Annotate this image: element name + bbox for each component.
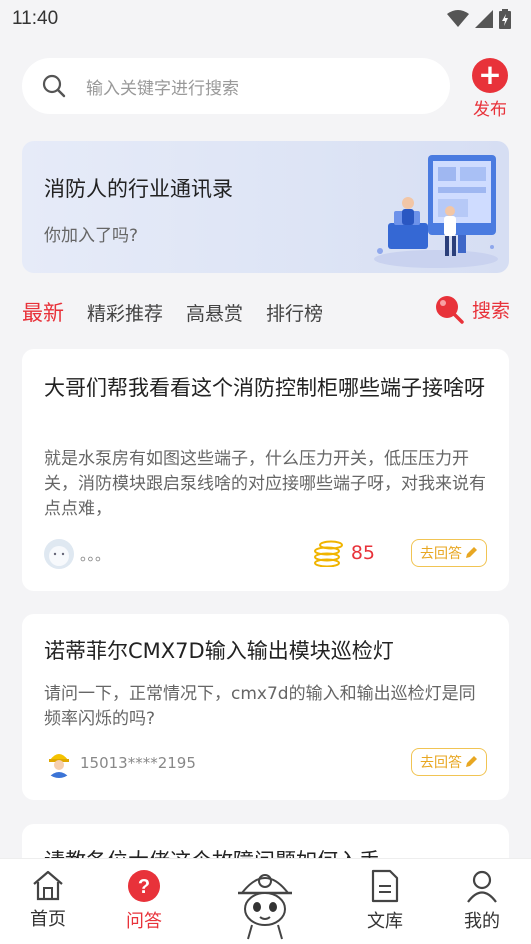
reward-coins: 85 xyxy=(313,539,375,567)
post-footer: 15013****2195 去回答 xyxy=(44,748,487,778)
answer-label: 去回答 xyxy=(420,546,462,562)
search-icon xyxy=(435,296,464,324)
wifi-icon xyxy=(447,10,469,27)
post-card[interactable]: 大哥们帮我看看这个消防控制柜哪些端子接啥呀 就是水泵房有如图这些端子，什么压力开… xyxy=(22,349,509,591)
post-footer: 。。。 85 去回答 xyxy=(44,539,487,569)
search-row: 输入关键字进行搜索 + 发布 xyxy=(0,52,531,124)
home-icon xyxy=(33,870,63,901)
publish-button[interactable]: + 发布 xyxy=(468,58,512,120)
nav-qa[interactable]: ? 问答 xyxy=(114,869,174,933)
user-name: 。。。 xyxy=(80,545,111,564)
nav-library-label: 文库 xyxy=(367,911,403,932)
question-icon: ? xyxy=(128,870,160,902)
nav-profile-label: 我的 xyxy=(464,911,500,932)
coins-icon xyxy=(313,540,343,567)
nav-library[interactable]: 文库 xyxy=(355,869,415,933)
banner-title: 消防人的行业通讯录 xyxy=(44,177,233,201)
answer-button[interactable]: 去回答 xyxy=(411,748,487,776)
tab-recommended[interactable]: 精彩推荐 xyxy=(87,299,163,326)
search-input[interactable]: 输入关键字进行搜索 xyxy=(22,58,450,114)
firefighter-mascot-icon xyxy=(238,874,292,940)
post-title: 诺蒂菲尔CMX7D输入输出模块巡检灯 xyxy=(44,639,394,663)
avatar[interactable] xyxy=(44,748,74,778)
user-icon xyxy=(467,870,497,903)
answer-button[interactable]: 去回答 xyxy=(411,539,487,567)
bottom-nav: 首页 ? 问答 文库 我的 xyxy=(0,858,531,944)
reward-amount: 85 xyxy=(350,542,375,564)
search-placeholder: 输入关键字进行搜索 xyxy=(86,78,239,99)
pencil-icon xyxy=(466,547,477,558)
nav-home[interactable]: 首页 xyxy=(18,869,78,931)
pencil-icon xyxy=(466,756,477,767)
tab-latest[interactable]: 最新 xyxy=(22,297,64,327)
answer-label: 去回答 xyxy=(420,755,462,771)
worker-avatar-icon xyxy=(48,754,70,778)
post-title: 大哥们帮我看看这个消防控制柜哪些端子接啥呀 xyxy=(44,376,485,400)
status-bar: 11:40 xyxy=(0,0,531,38)
category-tabs: 最新 精彩推荐 高悬赏 排行榜 搜索 xyxy=(22,294,512,330)
post-body: 就是水泵房有如图这些端子，什么压力开关，低压压力开关，消防模块跟启泵线啥的对应接… xyxy=(44,449,486,519)
nav-mascot[interactable] xyxy=(232,863,298,941)
svg-text:?: ? xyxy=(138,876,150,898)
avatar-icon xyxy=(44,539,74,569)
status-time: 11:40 xyxy=(12,8,59,29)
document-icon xyxy=(371,869,399,903)
post-card[interactable]: 诺蒂菲尔CMX7D输入输出模块巡检灯 请问一下，正常情况下，cmx7d的输入和输… xyxy=(22,614,509,800)
banner-illustration xyxy=(374,155,498,268)
status-icons xyxy=(447,9,511,29)
tab-ranking[interactable]: 排行榜 xyxy=(266,299,323,326)
nav-qa-label: 问答 xyxy=(126,911,162,932)
nav-home-label: 首页 xyxy=(30,909,66,930)
signal-icon xyxy=(475,10,493,28)
avatar[interactable] xyxy=(44,539,74,569)
banner-subtitle: 你加入了吗? xyxy=(44,226,139,246)
publish-label: 发布 xyxy=(473,100,507,120)
nav-profile[interactable]: 我的 xyxy=(452,869,512,933)
plus-icon: + xyxy=(472,58,508,93)
battery-icon xyxy=(499,9,511,29)
post-body: 请问一下，正常情况下，cmx7d的输入和输出巡检灯是同频率闪烁的吗? xyxy=(44,684,476,729)
user-name: 15013****2195 xyxy=(80,754,196,772)
directory-banner[interactable]: 消防人的行业通讯录 你加入了吗? xyxy=(22,141,509,273)
tab-search-label: 搜索 xyxy=(471,299,510,322)
tab-high-reward[interactable]: 高悬赏 xyxy=(186,299,243,326)
search-icon xyxy=(42,74,66,98)
tab-search-button[interactable]: 搜索 xyxy=(434,294,510,324)
